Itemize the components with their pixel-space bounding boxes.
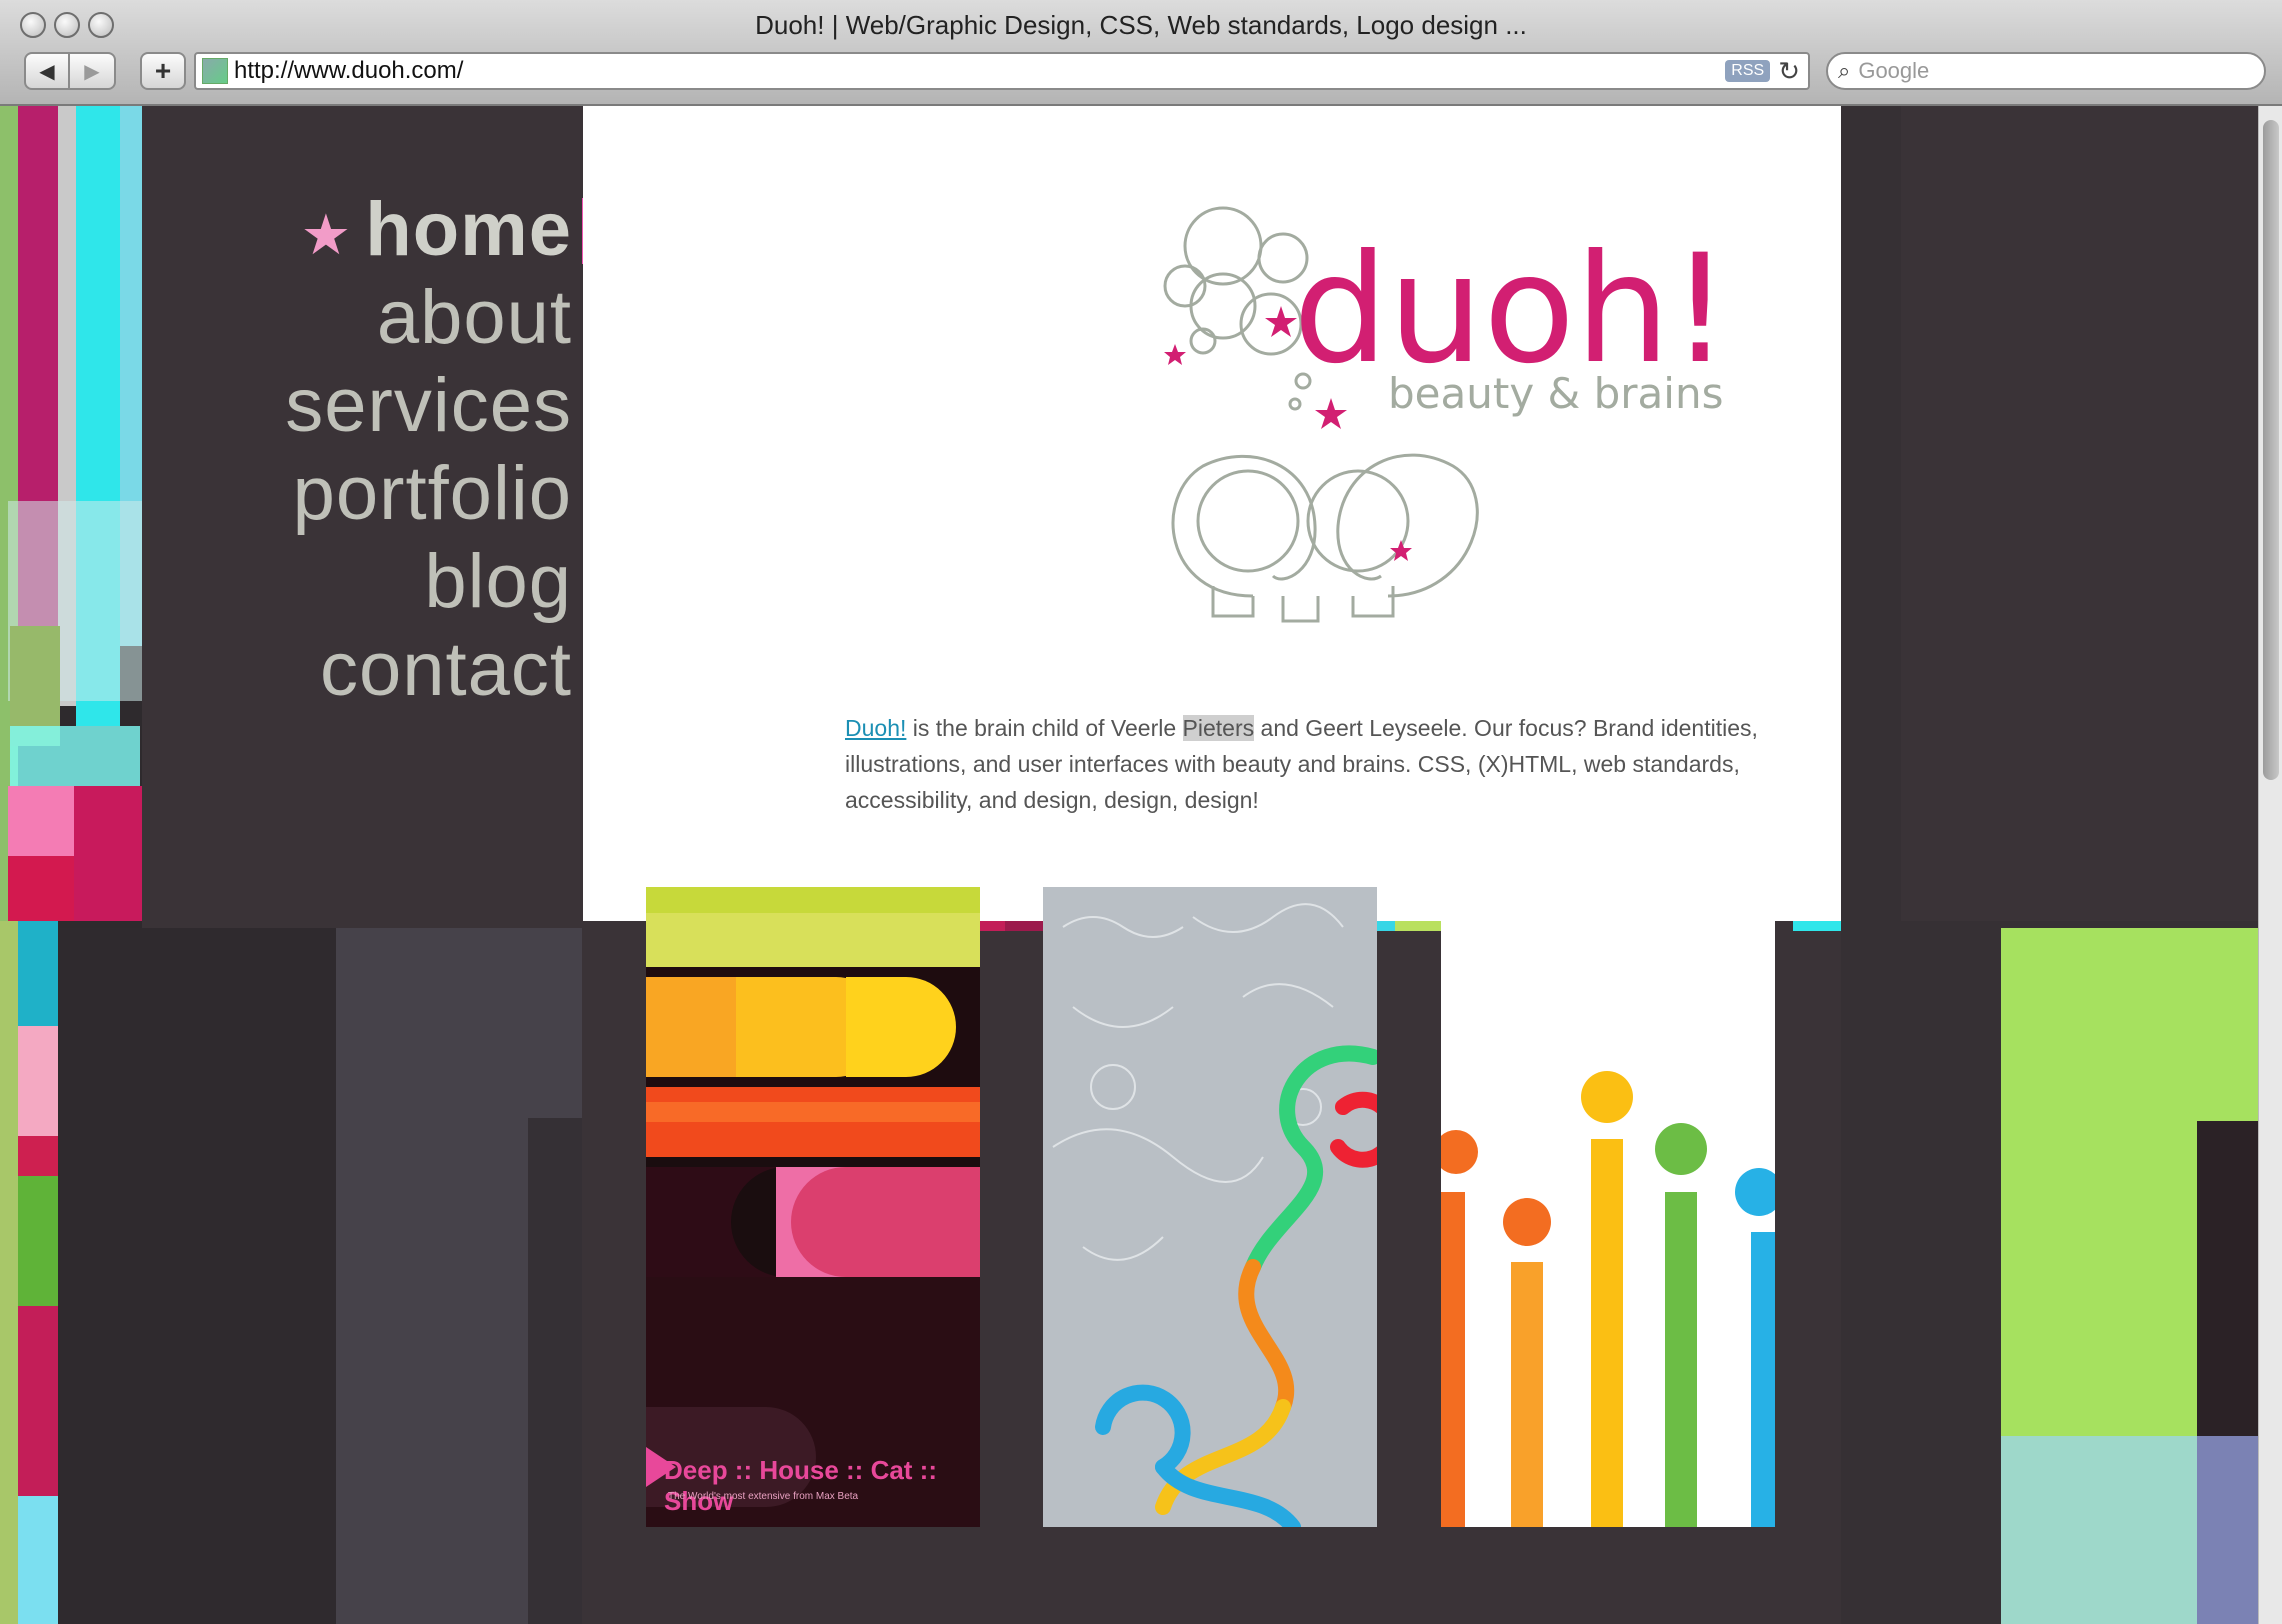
web-page: ★ home about services portfolio blog cont… [0,106,2258,1624]
rss-icon[interactable]: RSS [1725,60,1771,82]
intro-paragraph: Duoh! is the brain child of Veerle Piete… [845,710,1785,818]
scrollbar-thumb[interactable] [2263,120,2279,780]
reload-icon[interactable]: ↻ [1778,56,1800,87]
card-artwork [1441,887,1775,1527]
portfolio-card-deep-house[interactable]: Deep :: House :: Cat :: Show The World's… [646,887,980,1527]
nav-item-blog[interactable]: blog [424,538,572,625]
lower-left-shadow [528,1118,582,1624]
nav-item-home[interactable]: ★ home [303,186,572,273]
window-title: Duoh! | Web/Graphic Design, CSS, Web sta… [755,10,1527,40]
search-field[interactable]: ⌕ [1826,52,2266,90]
search-input[interactable] [1856,57,2221,85]
back-button[interactable]: ◀ [24,52,70,90]
card-artwork [646,887,980,1527]
nav-item-portfolio[interactable]: portfolio [293,450,572,537]
duoh-link[interactable]: Duoh! [845,715,906,741]
intro-highlight: Pieters [1182,715,1255,741]
lower-left-panel [60,928,582,1624]
nav-item-about[interactable]: about [377,274,572,361]
nav-item-services[interactable]: services [285,362,572,449]
intro-text-1: is the brain child of Veerle [906,715,1183,741]
card-subtitle: The World's most extensive from Max Beta [668,1491,859,1502]
add-bookmark-button[interactable]: + [140,52,186,90]
address-bar[interactable]: http://www.duoh.com/ RSS ↻ [194,52,1810,90]
url-text[interactable]: http://www.duoh.com/ [234,57,1725,85]
hero-panel: duoh! beauty & brains Duoh! is the brain… [583,106,1841,921]
site-favicon-icon [202,58,228,84]
main-navigation: ★ home about services portfolio blog cont… [142,106,582,921]
portfolio-card-identity[interactable] [1441,887,1775,1527]
search-icon: ⌕ [1838,58,1851,83]
portfolio-card-design-with-class[interactable] [1043,887,1377,1527]
vertical-scrollbar[interactable] [2258,106,2282,1624]
browser-toolbar: Duoh! | Web/Graphic Design, CSS, Web sta… [0,0,2282,106]
forward-button[interactable]: ▶ [70,52,116,90]
history-buttons: ◀ ▶ [24,52,116,90]
nav-item-contact[interactable]: contact [320,626,572,713]
card-artwork [1043,887,1377,1527]
right-decoration [1841,106,2258,1624]
star-icon: ★ [303,206,350,263]
nav-label-home: home [365,187,572,272]
duoh-logo[interactable]: duoh! beauty & brains [1143,176,1813,656]
card-title: Deep :: House :: Cat :: Show [664,1455,937,1516]
logo-tagline: beauty & brains [1388,369,1723,418]
